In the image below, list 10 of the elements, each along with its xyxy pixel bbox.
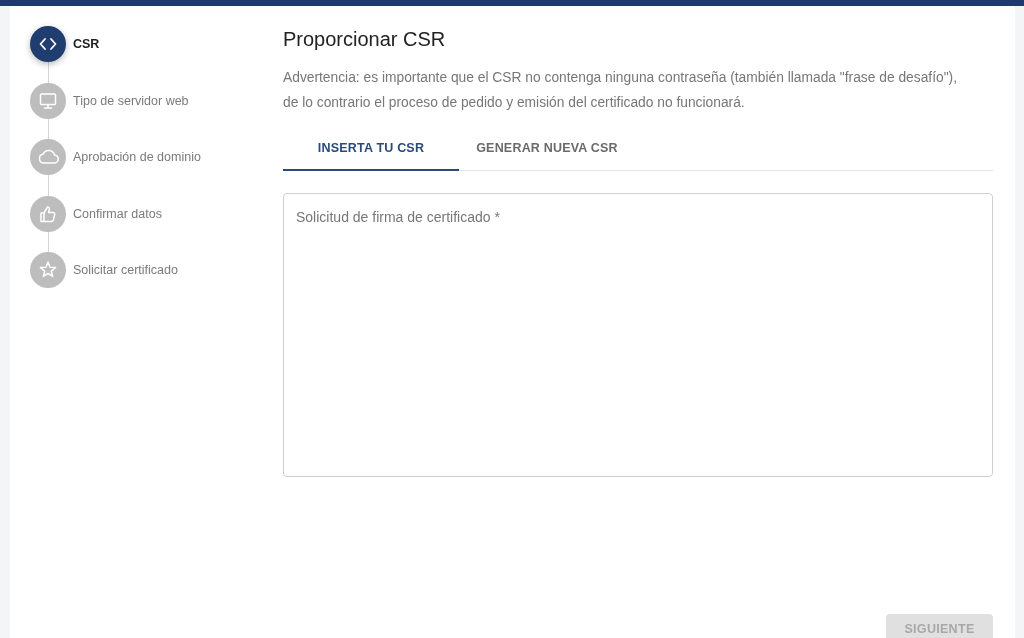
step-label: Solicitar certificado xyxy=(73,263,178,277)
tab[interactable]: GENERAR NUEVA CSR xyxy=(459,126,635,171)
warning-text: Advertencia: es importante que el CSR no contenga ninguna contraseña (también llamada "frase de desafío"), de lo contrario el proceso de pedido y emisión del certificado no funcionará. xyxy=(283,69,958,112)
page-title: Proporcionar CSR xyxy=(283,27,447,52)
step-label: CSR xyxy=(73,37,100,51)
tab[interactable]: INSERTA TU CSR xyxy=(283,126,459,171)
step-label: Confirmar datos xyxy=(73,206,162,221)
csr-input-field[interactable]: Solicitud de firma de certificado * xyxy=(283,193,993,477)
step-label: Aprobación de dominio xyxy=(73,150,201,164)
step-label: Tipo de servidor web xyxy=(73,93,189,108)
